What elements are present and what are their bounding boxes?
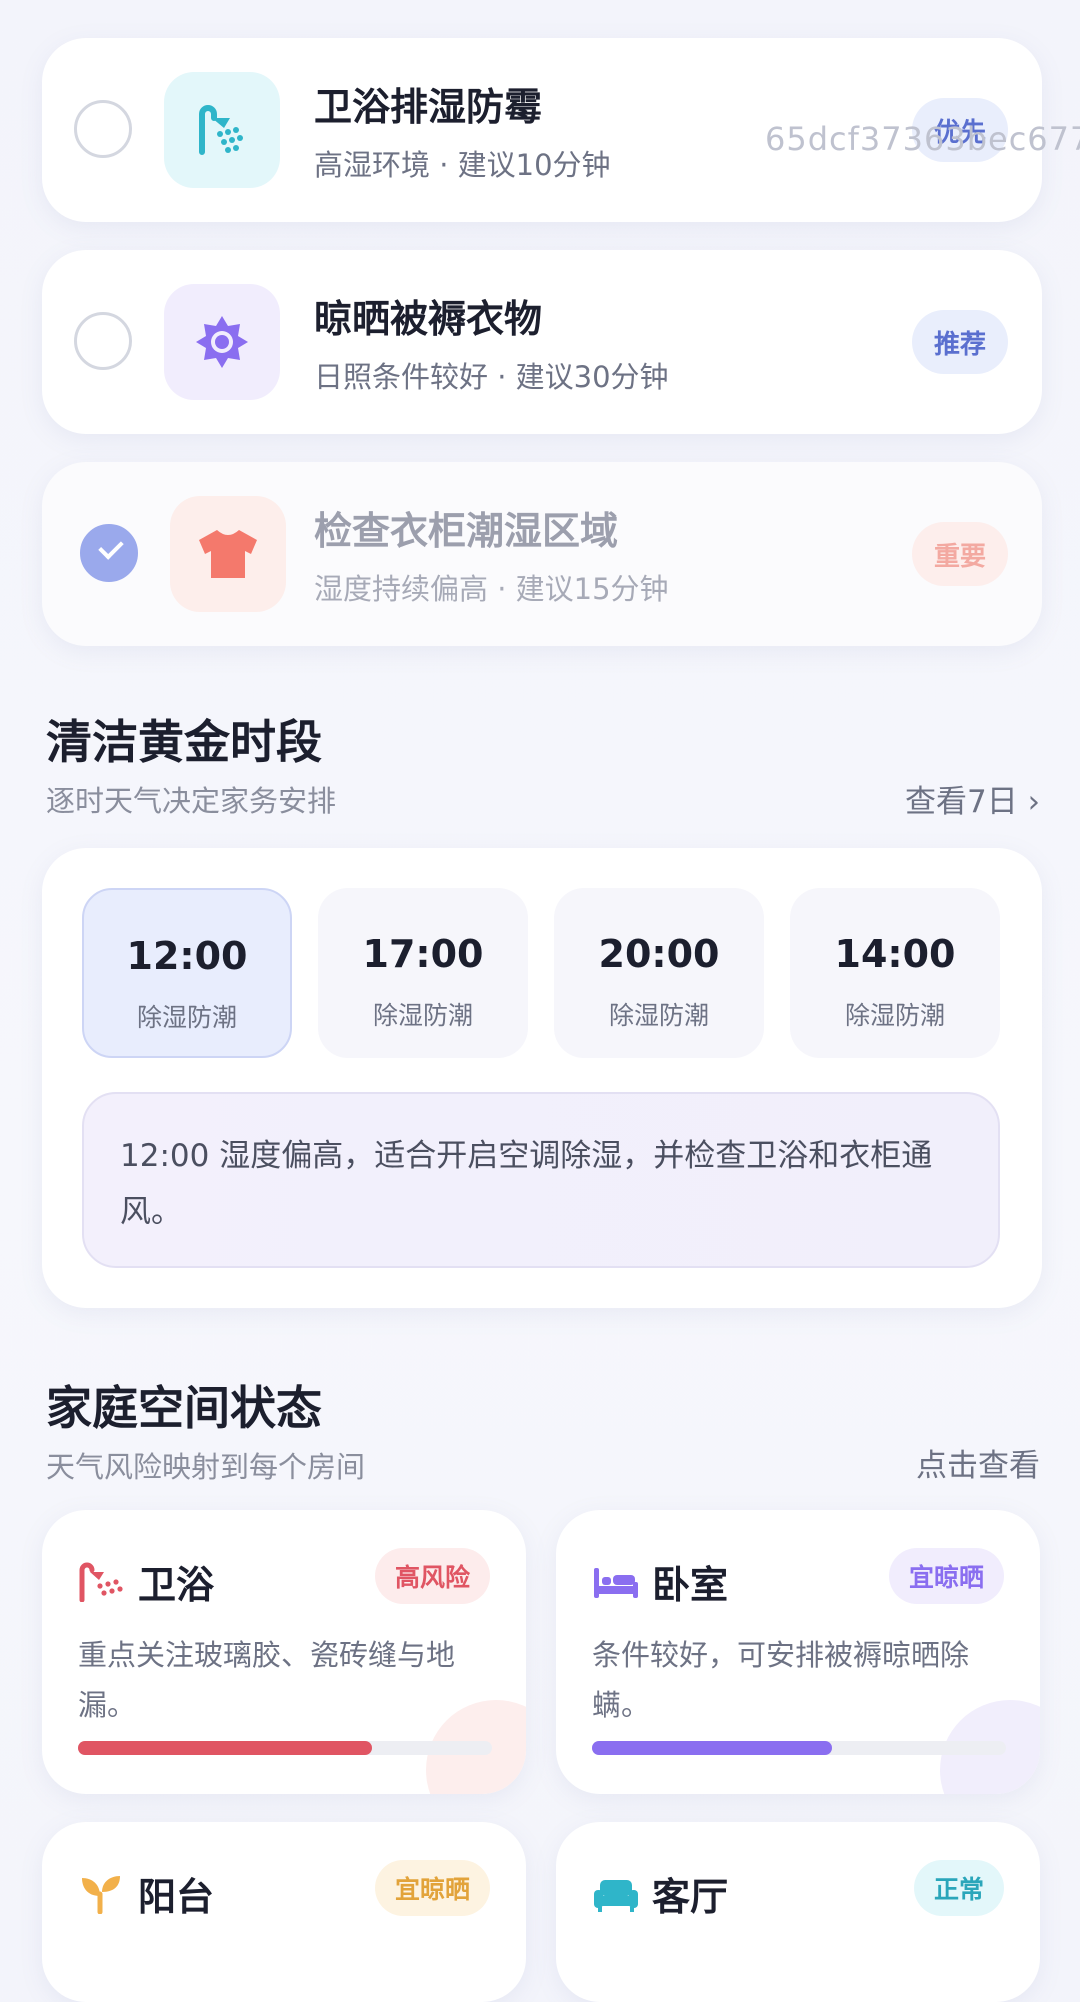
- slot-label: 除湿防潮: [844, 1001, 945, 1030]
- time-slot-1200[interactable]: 12:00 除湿防潮: [82, 888, 292, 1058]
- time-slot-1400[interactable]: 14:00 除湿防潮: [790, 888, 1000, 1058]
- task-subtitle: 湿度持续偏高 · 建议15分钟: [314, 572, 669, 606]
- room-name: 卧室: [652, 1563, 729, 1607]
- bed-icon: [594, 1568, 638, 1598]
- sunning-badge: 宜晾晒: [888, 1548, 1004, 1604]
- shower-icon: [79, 1562, 123, 1602]
- time-slot-2000[interactable]: 20:00 除湿防潮: [554, 888, 764, 1058]
- watermark-text: 65dcf37363bec677: [765, 120, 1080, 158]
- task-checkbox[interactable]: [74, 100, 132, 158]
- recommend-badge: 推荐: [911, 310, 1008, 374]
- task-checkbox[interactable]: [74, 312, 132, 370]
- task-subtitle: 日照条件较好 · 建议30分钟: [314, 360, 669, 394]
- risk-badge: 高风险: [374, 1548, 490, 1604]
- progress-fill: [78, 1741, 372, 1755]
- slot-label: 除湿防潮: [372, 1001, 473, 1030]
- task-icon-box: [164, 284, 280, 400]
- room-name: 卫浴: [138, 1563, 215, 1607]
- progress-fill: [592, 1741, 833, 1755]
- section-subtitle-golden: 逐时天气决定家务安排: [46, 784, 337, 818]
- slot-time: 20:00: [598, 932, 720, 976]
- slot-time: 17:00: [362, 932, 484, 976]
- sunning-badge: 宜晾晒: [374, 1860, 490, 1916]
- task-checkbox-checked[interactable]: [80, 524, 138, 582]
- slot-label: 除湿防潮: [608, 1001, 709, 1030]
- task-title: 检查衣柜潮湿区域: [314, 509, 619, 553]
- room-card-bathroom[interactable]: 卫浴 高风险 重点关注玻璃胶、瓷砖缝与地漏。: [42, 1510, 526, 1794]
- view-7-days-link[interactable]: 查看7日 ›: [905, 776, 1040, 821]
- slot-time: 14:00: [834, 932, 956, 976]
- room-name: 阳台: [138, 1875, 215, 1919]
- time-slot-tip: 12:00 湿度偏高，适合开启空调除湿，并检查卫浴和衣柜通风。: [82, 1092, 1000, 1268]
- tshirt-icon: [199, 530, 257, 578]
- progress-track: [592, 1741, 1006, 1755]
- task-title: 晾晒被褥衣物: [314, 297, 543, 341]
- slot-time: 12:00: [126, 934, 248, 978]
- important-badge: 重要: [911, 522, 1008, 586]
- room-card-living-room[interactable]: 客厅 正常: [556, 1822, 1040, 2002]
- section-title-golden: 清洁黄金时段: [46, 715, 322, 769]
- task-icon-box: [164, 72, 280, 188]
- room-description: 条件较好，可安排被褥晾晒除螨。: [592, 1638, 970, 1722]
- task-title: 卫浴排湿防霉: [314, 85, 543, 129]
- task-subtitle: 高湿环境 · 建议10分钟: [314, 148, 611, 182]
- section-subtitle-home: 天气风险映射到每个房间: [46, 1450, 366, 1484]
- room-card-bedroom[interactable]: 卧室 宜晾晒 条件较好，可安排被褥晾晒除螨。: [556, 1510, 1040, 1794]
- task-icon-box: [170, 496, 286, 612]
- sun-icon: [196, 316, 248, 368]
- slot-label: 除湿防潮: [136, 1003, 237, 1032]
- view-rooms-link[interactable]: 点击查看: [916, 1440, 1040, 1485]
- task-card-wardrobe[interactable]: 检查衣柜潮湿区域 湿度持续偏高 · 建议15分钟 重要: [42, 462, 1042, 646]
- normal-badge: 正常: [913, 1860, 1004, 1916]
- task-card-sunning[interactable]: 晾晒被褥衣物 日照条件较好 · 建议30分钟 推荐: [42, 250, 1042, 434]
- shower-icon: [199, 105, 243, 155]
- sprout-icon: [82, 1876, 120, 1914]
- time-slot-1700[interactable]: 17:00 除湿防潮: [318, 888, 528, 1058]
- room-card-balcony[interactable]: 阳台 宜晾晒: [42, 1822, 526, 2002]
- section-title-home: 家庭空间状态: [46, 1381, 322, 1435]
- sofa-icon: [594, 1880, 638, 1912]
- progress-track: [78, 1741, 492, 1755]
- room-description: 重点关注玻璃胶、瓷砖缝与地漏。: [78, 1638, 456, 1722]
- room-name: 客厅: [652, 1875, 729, 1919]
